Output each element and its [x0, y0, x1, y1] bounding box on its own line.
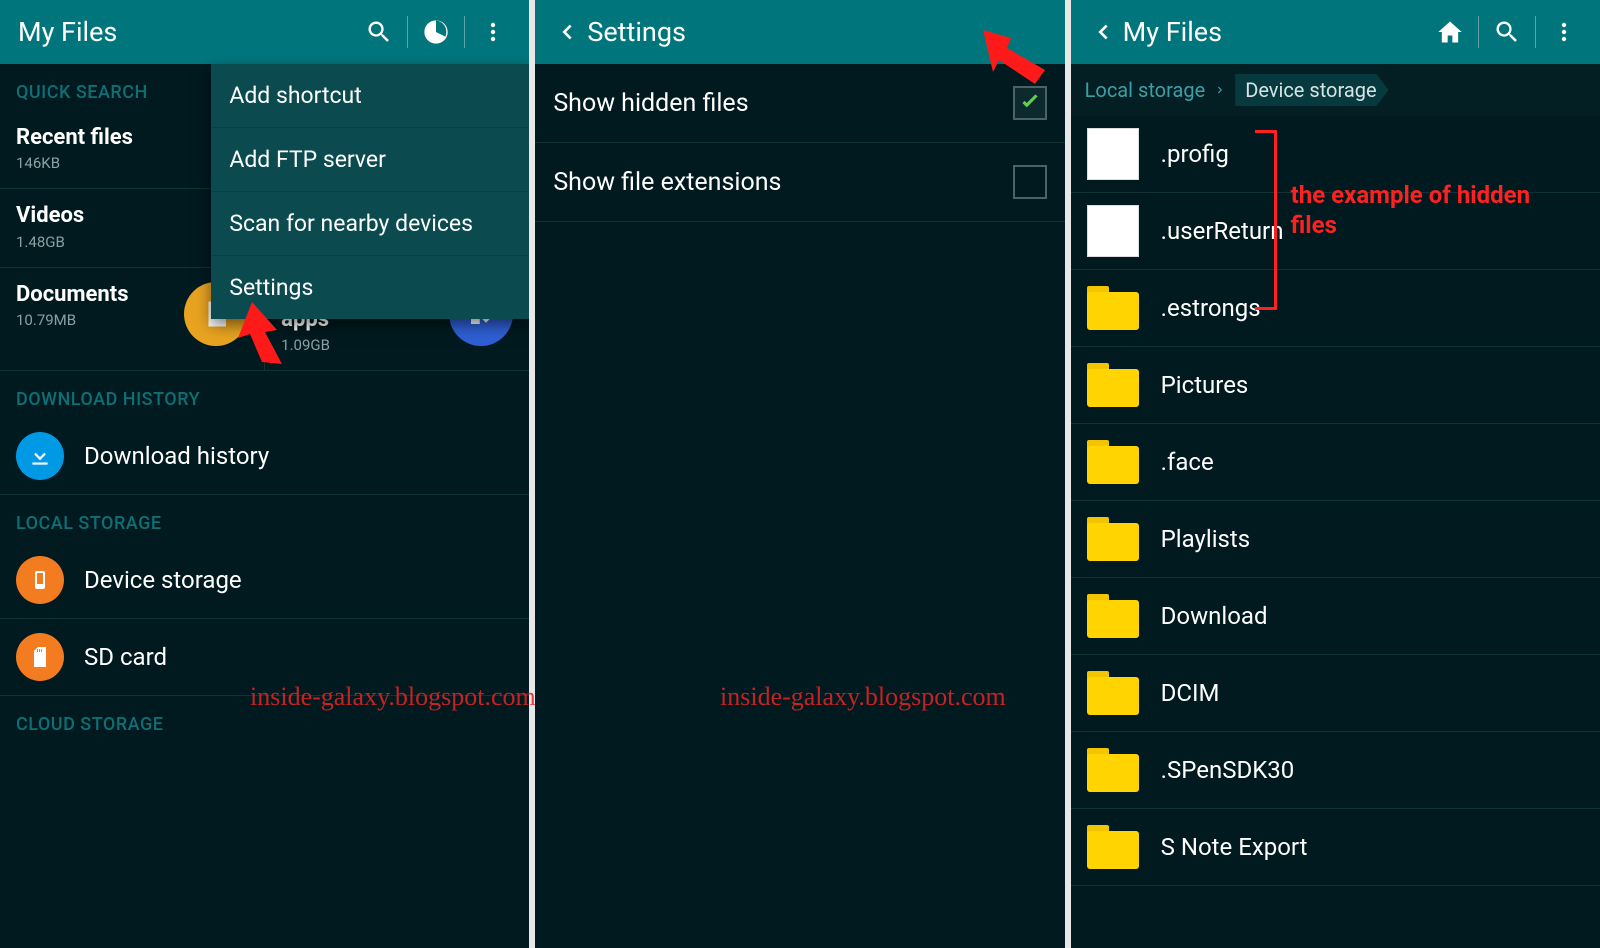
home-icon[interactable]: [1426, 8, 1474, 56]
file-row[interactable]: .face: [1071, 424, 1600, 501]
overflow-menu-icon[interactable]: [469, 8, 517, 56]
folder-icon: [1087, 590, 1139, 642]
setting-label: Show file extensions: [553, 168, 1012, 197]
search-icon[interactable]: [355, 8, 403, 56]
file-row[interactable]: .estrongs: [1071, 270, 1600, 347]
panel-settings: Settings Show hidden files Show file ext…: [535, 0, 1070, 948]
file-row[interactable]: DCIM: [1071, 655, 1600, 732]
menu-scan-devices[interactable]: Scan for nearby devices: [211, 192, 529, 256]
search-icon[interactable]: [1483, 8, 1531, 56]
row-label: Download history: [84, 442, 269, 470]
section-local-storage: LOCAL STORAGE: [0, 495, 529, 542]
back-icon[interactable]: [1089, 21, 1117, 43]
file-name: .estrongs: [1161, 294, 1261, 322]
back-icon[interactable]: [553, 21, 581, 43]
row-label: SD card: [84, 643, 167, 671]
appbar: My Files: [0, 0, 529, 64]
app-title: My Files: [1123, 16, 1426, 48]
chevron-right-icon: [1215, 83, 1225, 97]
row-label: Device storage: [84, 566, 242, 594]
file-name: Pictures: [1161, 371, 1249, 399]
section-download-history: DOWNLOAD HISTORY: [0, 371, 529, 418]
app-title: My Files: [18, 16, 355, 48]
file-name: DCIM: [1161, 679, 1220, 707]
annotation-hidden-files: the example of hidden files: [1291, 180, 1531, 240]
file-row[interactable]: .SPenSDK30: [1071, 732, 1600, 809]
file-row[interactable]: Playlists: [1071, 501, 1600, 578]
tile-sub: 10.79MB: [16, 311, 172, 329]
file-name: S Note Export: [1161, 833, 1308, 861]
file-name: Playlists: [1161, 525, 1251, 553]
row-device-storage[interactable]: Device storage: [0, 542, 529, 619]
file-name: .SPenSDK30: [1161, 756, 1295, 784]
menu-add-shortcut[interactable]: Add shortcut: [211, 64, 529, 128]
file-row[interactable]: Pictures: [1071, 347, 1600, 424]
section-cloud-storage: CLOUD STORAGE: [0, 696, 529, 743]
breadcrumb-root[interactable]: Local storage: [1085, 78, 1206, 102]
document-icon: [1087, 128, 1139, 180]
tile-sub: 1.09GB: [281, 336, 437, 354]
folder-icon: [1087, 513, 1139, 565]
folder-icon: [1087, 744, 1139, 796]
overflow-menu-icon[interactable]: [1540, 8, 1588, 56]
folder-icon: [1087, 821, 1139, 873]
menu-settings[interactable]: Settings: [211, 256, 529, 319]
breadcrumb: Local storage Device storage: [1071, 64, 1600, 116]
panel-file-browser: My Files Local storage Device storage .p…: [1071, 0, 1600, 948]
checkbox-unchecked-icon[interactable]: [1013, 165, 1047, 199]
checkbox-checked-icon[interactable]: [1013, 86, 1047, 120]
row-download-history[interactable]: Download history: [0, 418, 529, 495]
sd-card-icon: [16, 633, 64, 681]
folder-icon: [1087, 436, 1139, 488]
file-name: .profig: [1161, 140, 1229, 168]
folder-icon: [1087, 359, 1139, 411]
file-name: Download: [1161, 602, 1268, 630]
tile-title: Documents: [16, 282, 172, 307]
file-row[interactable]: S Note Export: [1071, 809, 1600, 886]
app-title: Settings: [587, 16, 1052, 48]
device-storage-icon: [16, 556, 64, 604]
panel-my-files: My Files QUICK SEARCH Recent files: [0, 0, 535, 948]
file-row[interactable]: Download: [1071, 578, 1600, 655]
setting-label: Show hidden files: [553, 89, 1012, 118]
annotation-bracket: [1255, 130, 1277, 310]
folder-icon: [1087, 667, 1139, 719]
appbar: My Files: [1071, 0, 1600, 64]
setting-show-extensions[interactable]: Show file extensions: [535, 143, 1064, 222]
row-sd-card[interactable]: SD card: [0, 619, 529, 696]
file-name: .face: [1161, 448, 1214, 476]
breadcrumb-current[interactable]: Device storage: [1235, 74, 1388, 106]
menu-add-ftp[interactable]: Add FTP server: [211, 128, 529, 192]
setting-show-hidden[interactable]: Show hidden files: [535, 64, 1064, 143]
folder-icon: [1087, 282, 1139, 334]
overflow-menu: Add shortcut Add FTP server Scan for nea…: [211, 64, 529, 319]
download-icon: [16, 432, 64, 480]
appbar: Settings: [535, 0, 1064, 64]
document-icon: [1087, 205, 1139, 257]
storage-chart-icon[interactable]: [412, 8, 460, 56]
